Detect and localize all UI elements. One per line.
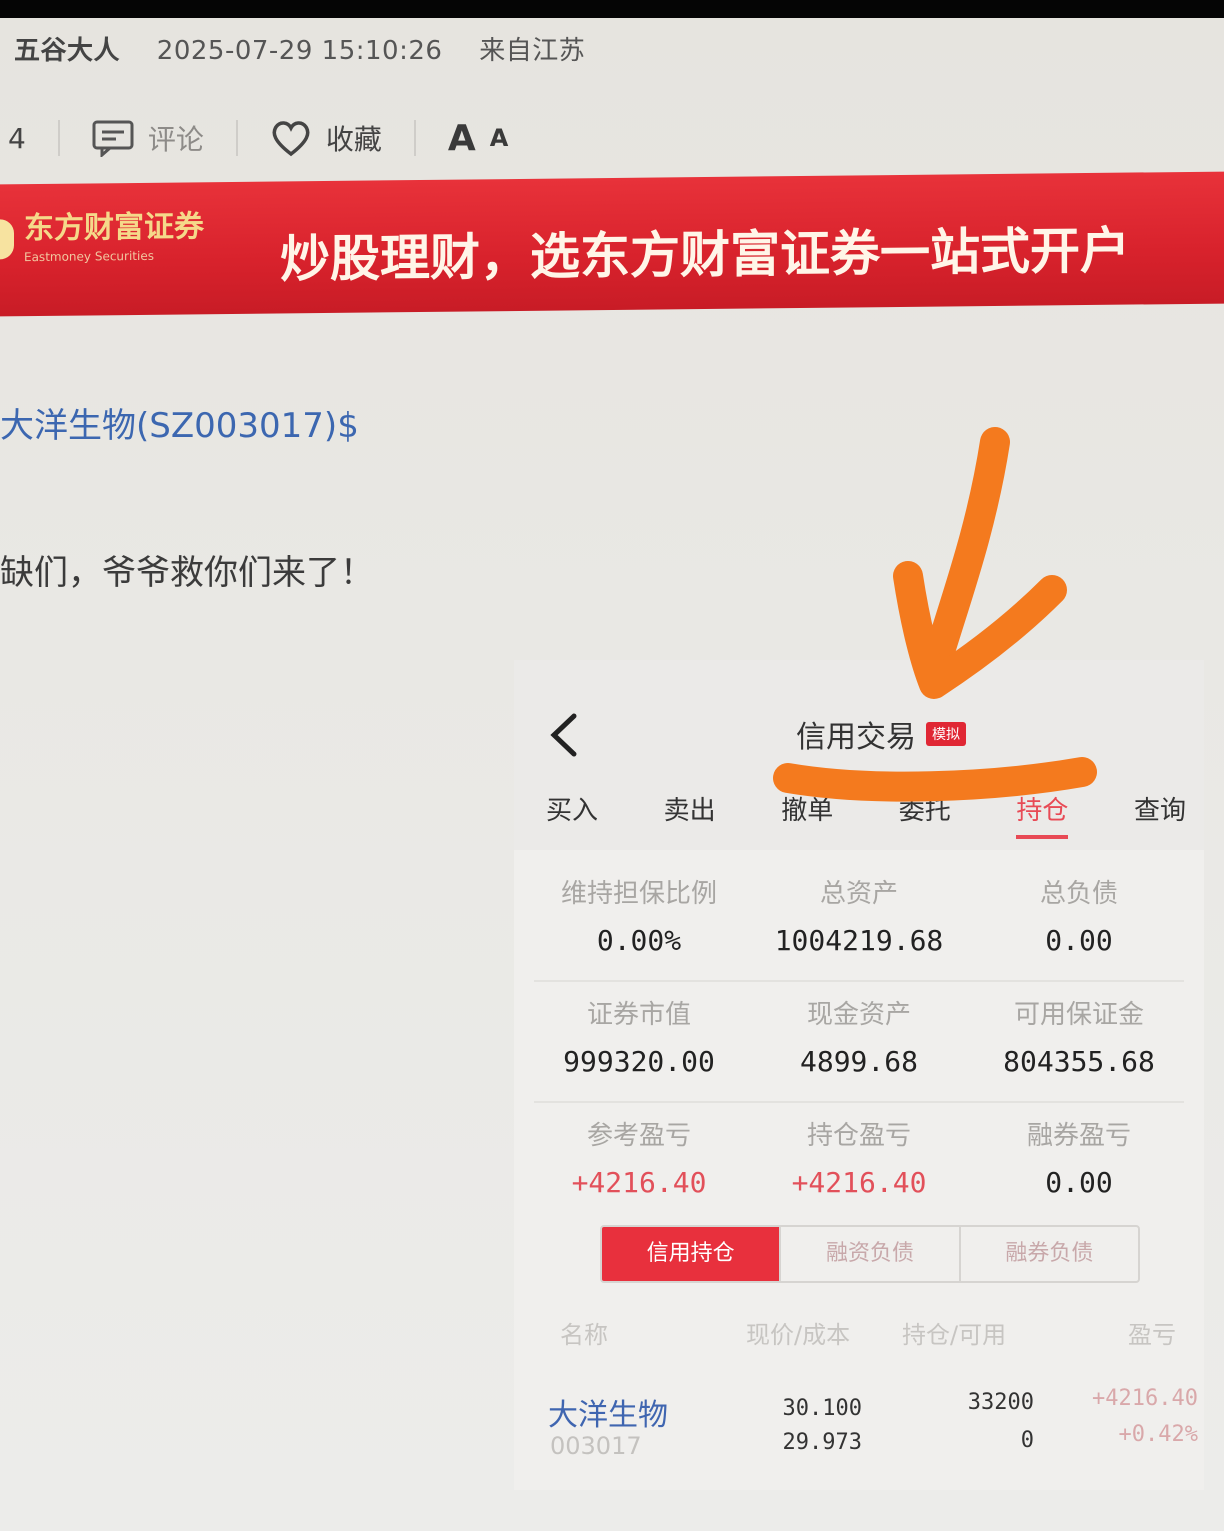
post-page: 五谷大人 2025-07-29 15:10:26 来自江苏 4 评论 收藏 AA — [0, 18, 1224, 1531]
position-segment-control: 信用持仓 融资负债 融券负债 — [600, 1225, 1140, 1283]
position-code: 003017 — [550, 1432, 642, 1460]
broker-logo: 东方财富证券 Eastmoney Securities — [0, 209, 204, 265]
stats-row: 证券市值 999320.00 现金资产 4899.68 可用保证金 804355… — [534, 986, 1184, 1103]
heart-icon — [272, 121, 310, 157]
tab-buy[interactable]: 买入 — [546, 790, 598, 839]
comment-icon — [92, 120, 134, 157]
logo-text: 东方财富证券 — [24, 209, 204, 247]
stat-label: 证券市值 — [586, 1000, 691, 1030]
logo-mark-icon — [0, 219, 14, 260]
segment-financing-liabilities[interactable]: 融资负债 — [781, 1227, 961, 1281]
app-title: 信用交易 模拟 — [796, 712, 966, 756]
stat-total-assets: 总资产 1004219.68 — [754, 865, 964, 980]
stats-row: 参考盈亏 +4216.40 持仓盈亏 +4216.40 融券盈亏 0.00 — [534, 1107, 1184, 1222]
stat-maintenance-ratio: 维持担保比例 0.00% — [534, 865, 744, 980]
stat-value: 4899.68 — [799, 1045, 918, 1078]
stat-value: 0.00 — [1045, 924, 1113, 957]
stat-value: 0.00% — [596, 924, 682, 957]
stat-market-value: 证券市值 999320.00 — [534, 986, 744, 1101]
tab-cancel-order[interactable]: 撤单 — [781, 790, 833, 839]
comment-button[interactable]: 评论 — [92, 118, 204, 158]
favorite-label: 收藏 — [325, 123, 382, 156]
comment-label: 评论 — [147, 123, 204, 156]
author-name[interactable]: 五谷大人 — [14, 36, 120, 66]
segment-credit-positions[interactable]: 信用持仓 — [602, 1227, 782, 1281]
stat-value: 0.00 — [1045, 1166, 1113, 1199]
app-header: 信用交易 模拟 买入 卖出 撤单 委托 持仓 查询 — [514, 660, 1204, 850]
simulated-badge: 模拟 — [926, 722, 966, 746]
top-black-bar — [0, 0, 1224, 18]
position-cost: 29.973 — [782, 1430, 862, 1455]
stat-label: 融券盈亏 — [1026, 1121, 1131, 1151]
stat-label: 参考盈亏 — [586, 1121, 691, 1151]
stat-label: 总资产 — [819, 879, 898, 909]
font-size-big-a: A — [447, 117, 476, 159]
back-chevron-icon[interactable] — [544, 710, 584, 760]
font-size-button[interactable]: AA — [448, 118, 508, 159]
stat-label: 现金资产 — [806, 1000, 911, 1030]
stat-short-pl: 融券盈亏 0.00 — [974, 1107, 1184, 1222]
position-price: 30.100 — [782, 1396, 862, 1421]
position-name: 大洋生物 — [548, 1398, 668, 1433]
stat-label: 总负债 — [1039, 879, 1118, 909]
stat-label: 持仓盈亏 — [806, 1121, 911, 1151]
font-size-small-a: A — [489, 124, 509, 152]
favorite-button[interactable]: 收藏 — [270, 118, 382, 158]
header-holding-available: 持仓/可用 — [902, 1321, 1007, 1349]
ad-banner[interactable]: 东方财富证券 Eastmoney Securities 炒股理财，选东方财富证券… — [0, 171, 1224, 317]
header-name: 名称 — [560, 1321, 608, 1349]
tab-orders[interactable]: 委托 — [899, 790, 951, 839]
tab-sell[interactable]: 卖出 — [664, 790, 716, 839]
post-actions-bar: 4 评论 收藏 AA — [8, 112, 508, 164]
position-pl-pct: +0.42% — [1118, 1422, 1198, 1447]
like-count[interactable]: 4 — [8, 122, 26, 155]
table-row[interactable]: 大洋生物 003017 30.100 29.973 33200 0 +4216.… — [548, 1386, 1198, 1470]
logo-subtext: Eastmoney Securities — [24, 248, 154, 265]
stat-value: 1004219.68 — [774, 924, 944, 957]
trading-app-screenshot: 信用交易 模拟 买入 卖出 撤单 委托 持仓 查询 维持担保比例 0.00% 总… — [514, 660, 1204, 1490]
banner-slogan: 炒股理财，选东方财富证券一站式开户 — [280, 221, 1130, 289]
stat-cash-assets: 现金资产 4899.68 — [754, 986, 964, 1101]
app-title-text: 信用交易 — [796, 720, 916, 755]
header-pl: 盈亏 — [1128, 1321, 1176, 1349]
divider — [413, 120, 416, 156]
post-datetime: 2025-07-29 15:10:26 — [156, 36, 443, 66]
post-location: 来自江苏 — [479, 36, 586, 66]
stat-label: 维持担保比例 — [560, 879, 717, 909]
divider — [57, 120, 60, 156]
stat-position-pl: 持仓盈亏 +4216.40 — [754, 1107, 964, 1222]
stat-value: 999320.00 — [563, 1045, 715, 1078]
post-body-text: 缺们，爷爷救你们来了！ — [0, 553, 374, 593]
position-available: 0 — [1020, 1428, 1034, 1453]
stat-label: 可用保证金 — [1013, 1000, 1144, 1030]
account-stats: 维持担保比例 0.00% 总资产 1004219.68 总负债 0.00 证券市… — [534, 865, 1184, 1226]
stats-row: 维持担保比例 0.00% 总资产 1004219.68 总负债 0.00 — [534, 865, 1184, 982]
tab-positions[interactable]: 持仓 — [1016, 790, 1069, 839]
segment-securities-liabilities[interactable]: 融券负债 — [961, 1227, 1138, 1281]
position-holding: 33200 — [967, 1390, 1034, 1415]
stat-total-liabilities: 总负债 0.00 — [974, 865, 1184, 980]
stat-value: 804355.68 — [1003, 1045, 1155, 1078]
position-pl: +4216.40 — [1092, 1386, 1198, 1411]
trade-tabs: 买入 卖出 撤单 委托 持仓 查询 — [546, 790, 1186, 839]
stat-value: +4216.40 — [791, 1166, 927, 1199]
post-meta: 五谷大人 2025-07-29 15:10:26 来自江苏 — [14, 30, 613, 67]
tab-query[interactable]: 查询 — [1134, 790, 1186, 839]
stock-link[interactable]: 大洋生物(SZ003017)$ — [0, 398, 359, 447]
header-price-cost: 现价/成本 — [746, 1321, 851, 1349]
stat-available-margin: 可用保证金 804355.68 — [974, 986, 1184, 1101]
stat-value: +4216.40 — [571, 1166, 707, 1199]
stat-reference-pl: 参考盈亏 +4216.40 — [534, 1107, 744, 1222]
divider — [235, 120, 238, 156]
